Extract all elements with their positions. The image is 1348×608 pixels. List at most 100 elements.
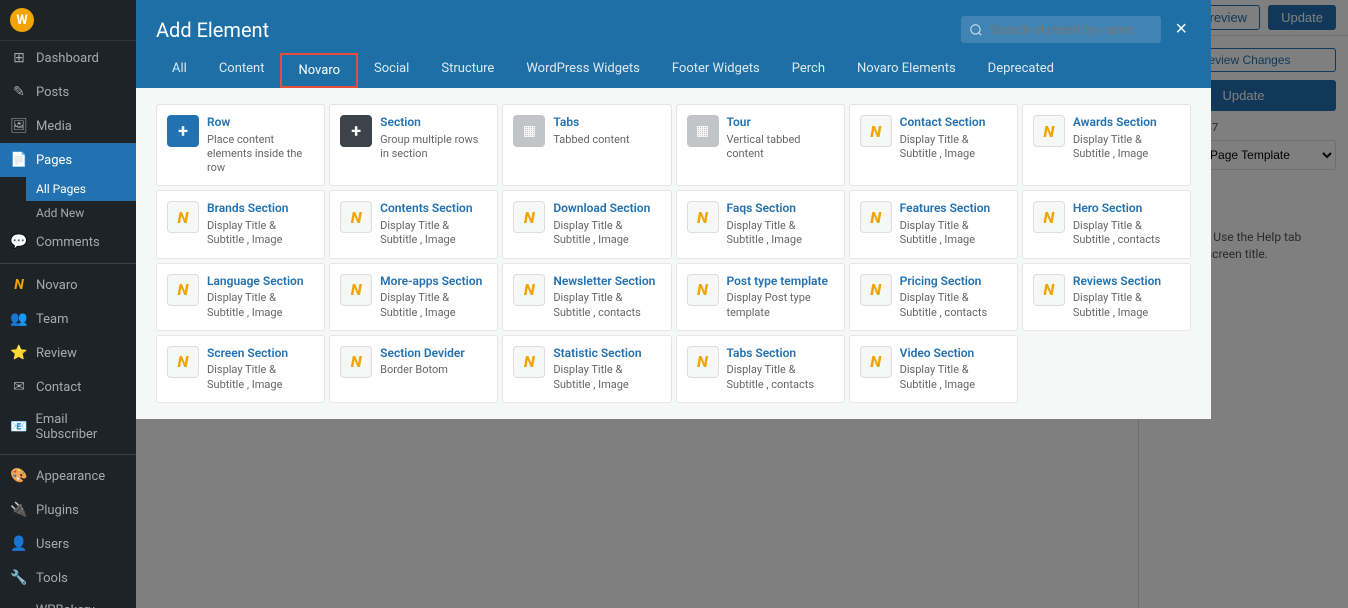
element-card-contact-section[interactable]: N Contact Section Display Title & Subtit… <box>849 104 1018 186</box>
sidebar-item-label: Contact <box>36 380 81 395</box>
element-card-section[interactable]: + Section Group multiple rows in section <box>329 104 498 186</box>
element-name-download-section: Download Section <box>553 201 660 217</box>
sidebar-item-label: Media <box>36 119 72 134</box>
tab-wordpress-widgets[interactable]: WordPress Widgets <box>510 53 656 88</box>
element-name-faqs-section: Faqs Section <box>727 201 834 217</box>
element-card-tabs-section[interactable]: N Tabs Section Display Title & Subtitle … <box>676 335 845 403</box>
search-input[interactable] <box>961 16 1161 43</box>
element-info-contents-section: Contents Section Display Title & Subtitl… <box>380 201 487 247</box>
sidebar-item-label: Plugins <box>36 503 79 518</box>
sidebar-item-label: Email Subscriber <box>35 412 126 442</box>
element-card-language-section[interactable]: N Language Section Display Title & Subti… <box>156 263 325 331</box>
element-icon-tour: ▦ <box>687 115 719 147</box>
tab-novaro-elements[interactable]: Novaro Elements <box>841 53 972 88</box>
element-name-language-section: Language Section <box>207 274 314 290</box>
element-card-newsletter-section[interactable]: N Newsletter Section Display Title & Sub… <box>502 263 671 331</box>
element-info-contact-section: Contact Section Display Title & Subtitle… <box>900 115 1007 161</box>
sidebar-item-team[interactable]: 👥 Team <box>0 302 136 336</box>
search-wrap <box>961 16 1161 43</box>
element-desc-post-type-template: Display Post type template <box>727 291 834 320</box>
sidebar-item-appearance[interactable]: 🎨 Appearance <box>0 459 136 493</box>
tab-footer-widgets[interactable]: Footer Widgets <box>656 53 776 88</box>
sidebar-item-wpbakery[interactable]: B WPBakery Page <box>0 595 136 608</box>
sidebar-item-posts[interactable]: ✎ Posts <box>0 75 136 109</box>
element-desc-statistic-section: Display Title & Subtitle , Image <box>553 363 660 392</box>
sidebar-item-add-new[interactable]: Add New <box>26 201 136 225</box>
sidebar-item-review[interactable]: ⭐ Review <box>0 336 136 370</box>
element-icon-reviews-section: N <box>1033 274 1065 306</box>
element-icon-brands-section: N <box>167 201 199 233</box>
element-info-tour: Tour Vertical tabbed content <box>727 115 834 161</box>
sidebar-item-label: Users <box>36 537 69 552</box>
element-desc-language-section: Display Title & Subtitle , Image <box>207 291 314 320</box>
element-desc-contact-section: Display Title & Subtitle , Image <box>900 133 1007 162</box>
element-name-tour: Tour <box>727 115 834 131</box>
sidebar-item-all-pages[interactable]: All Pages <box>26 177 136 201</box>
tab-perch[interactable]: Perch <box>776 53 841 88</box>
element-card-awards-section[interactable]: N Awards Section Display Title & Subtitl… <box>1022 104 1191 186</box>
sidebar-item-comments[interactable]: 💬 Comments <box>0 225 136 259</box>
sidebar-item-pages[interactable]: 📄 Pages <box>0 143 136 177</box>
tab-novaro[interactable]: Novaro <box>280 53 358 88</box>
element-desc-tabs: Tabbed content <box>553 133 660 147</box>
element-card-pricing-section[interactable]: N Pricing Section Display Title & Subtit… <box>849 263 1018 331</box>
element-name-more-apps-section: More-apps Section <box>380 274 487 290</box>
element-icon-features-section: N <box>860 201 892 233</box>
element-info-more-apps-section: More-apps Section Display Title & Subtit… <box>380 274 487 320</box>
element-card-download-section[interactable]: N Download Section Display Title & Subti… <box>502 190 671 258</box>
element-desc-brands-section: Display Title & Subtitle , Image <box>207 219 314 248</box>
element-card-row[interactable]: + Row Place content elements inside the … <box>156 104 325 186</box>
modal-overlay[interactable]: Add Element × All Content Novaro Social … <box>136 0 1348 608</box>
plugins-icon: 🔌 <box>10 501 28 519</box>
tab-deprecated[interactable]: Deprecated <box>972 53 1070 88</box>
element-card-tour[interactable]: ▦ Tour Vertical tabbed content <box>676 104 845 186</box>
novaro-icon: N <box>10 276 28 294</box>
element-card-contents-section[interactable]: N Contents Section Display Title & Subti… <box>329 190 498 258</box>
sidebar-item-plugins[interactable]: 🔌 Plugins <box>0 493 136 527</box>
element-card-hero-section[interactable]: N Hero Section Display Title & Subtitle … <box>1022 190 1191 258</box>
element-desc-newsletter-section: Display Title & Subtitle , contacts <box>553 291 660 320</box>
close-button[interactable]: × <box>1171 14 1191 45</box>
sidebar-item-contact[interactable]: ✉ Contact <box>0 370 136 404</box>
element-card-post-type-template[interactable]: N Post type template Display Post type t… <box>676 263 845 331</box>
element-icon-row: + <box>167 115 199 147</box>
sidebar-item-dashboard[interactable]: ⊞ Dashboard <box>0 41 136 75</box>
element-info-pricing-section: Pricing Section Display Title & Subtitle… <box>900 274 1007 320</box>
element-info-row: Row Place content elements inside the ro… <box>207 115 314 175</box>
element-icon-contact-section: N <box>860 115 892 147</box>
users-icon: 👤 <box>10 535 28 553</box>
sidebar-item-label: Tools <box>36 571 68 586</box>
element-card-more-apps-section[interactable]: N More-apps Section Display Title & Subt… <box>329 263 498 331</box>
element-card-tabs[interactable]: ▦ Tabs Tabbed content <box>502 104 671 186</box>
element-name-hero-section: Hero Section <box>1073 201 1180 217</box>
sidebar-item-label: Comments <box>36 235 100 250</box>
element-icon-contents-section: N <box>340 201 372 233</box>
sidebar-item-novaro[interactable]: N Novaro <box>0 268 136 302</box>
media-icon: 🖼 <box>10 117 28 135</box>
sidebar-item-media[interactable]: 🖼 Media <box>0 109 136 143</box>
sidebar-item-users[interactable]: 👤 Users <box>0 527 136 561</box>
element-card-screen-section[interactable]: N Screen Section Display Title & Subtitl… <box>156 335 325 403</box>
element-card-section-devider[interactable]: N Section Devider Border Botom <box>329 335 498 403</box>
element-name-screen-section: Screen Section <box>207 346 314 362</box>
element-desc-awards-section: Display Title & Subtitle , Image <box>1073 133 1180 162</box>
tab-content[interactable]: Content <box>203 53 281 88</box>
element-info-faqs-section: Faqs Section Display Title & Subtitle , … <box>727 201 834 247</box>
element-card-brands-section[interactable]: N Brands Section Display Title & Subtitl… <box>156 190 325 258</box>
element-card-reviews-section[interactable]: N Reviews Section Display Title & Subtit… <box>1022 263 1191 331</box>
sidebar-item-tools[interactable]: 🔧 Tools <box>0 561 136 595</box>
sidebar-item-email-subscriber[interactable]: 📧 Email Subscriber <box>0 404 136 450</box>
element-card-features-section[interactable]: N Features Section Display Title & Subti… <box>849 190 1018 258</box>
tab-structure[interactable]: Structure <box>425 53 510 88</box>
element-desc-reviews-section: Display Title & Subtitle , Image <box>1073 291 1180 320</box>
element-desc-features-section: Display Title & Subtitle , Image <box>900 219 1007 248</box>
tab-social[interactable]: Social <box>358 53 425 88</box>
element-card-statistic-section[interactable]: N Statistic Section Display Title & Subt… <box>502 335 671 403</box>
element-card-faqs-section[interactable]: N Faqs Section Display Title & Subtitle … <box>676 190 845 258</box>
element-name-video-section: Video Section <box>900 346 1007 362</box>
element-desc-tour: Vertical tabbed content <box>727 133 834 162</box>
wp-logo: W <box>0 0 136 41</box>
tools-icon: 🔧 <box>10 569 28 587</box>
tab-all[interactable]: All <box>156 53 203 88</box>
element-card-video-section[interactable]: N Video Section Display Title & Subtitle… <box>849 335 1018 403</box>
